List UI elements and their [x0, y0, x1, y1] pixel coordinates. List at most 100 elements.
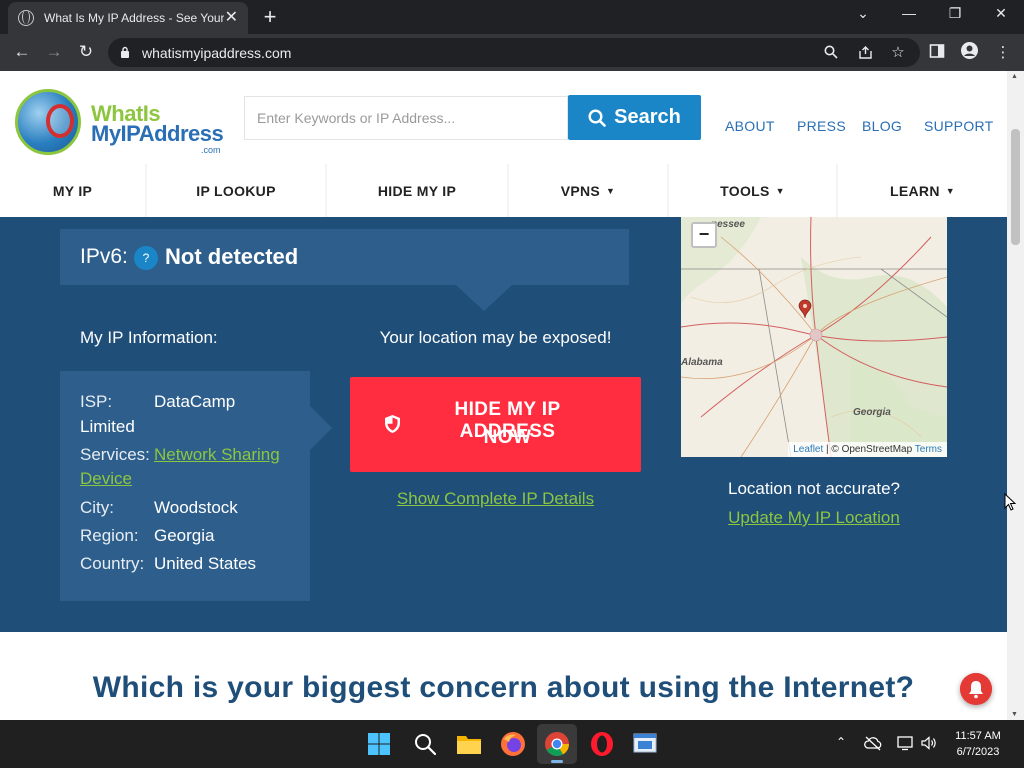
ip-details-pointer: [310, 406, 332, 450]
site-logo[interactable]: WhatIs MyIPAddress .com: [15, 89, 230, 161]
nav-item-learn[interactable]: LEARN ▼: [838, 164, 1007, 217]
chrome-icon[interactable]: [544, 731, 570, 757]
isp-key: ISP:: [80, 392, 113, 411]
globe-logo-icon: [15, 89, 81, 155]
update-location-link[interactable]: Update My IP Location: [681, 508, 947, 528]
reload-button[interactable]: ↻: [75, 42, 97, 62]
region-row: Region: Georgia: [80, 524, 214, 548]
services-key: Services:: [80, 445, 150, 464]
location-not-accurate-label: Location not accurate?: [727, 479, 900, 498]
logo-text-com: .com: [201, 145, 221, 155]
address-bar[interactable]: whatismyipaddress.com ☆: [108, 38, 920, 67]
isp-value: DataCamp: [154, 392, 236, 411]
search-button-label: Search: [614, 106, 681, 128]
zoom-search-icon[interactable]: [824, 45, 838, 59]
network-display-icon[interactable]: [897, 735, 915, 751]
minimize-button[interactable]: —: [895, 5, 923, 21]
forward-button[interactable]: →: [43, 42, 65, 62]
file-explorer-icon[interactable]: [456, 732, 482, 756]
region-key: Region:: [80, 526, 139, 545]
restore-button[interactable]: ❐: [941, 5, 969, 22]
city-key: City:: [80, 498, 114, 517]
scrollbar-thumb[interactable]: [1011, 129, 1020, 245]
ipv6-label: IPv6:: [80, 245, 128, 268]
tab-close-button[interactable]: ✕: [225, 10, 238, 26]
caret-down-icon: ▼: [775, 185, 785, 196]
search-icon: [588, 108, 606, 127]
main-nav: MY IP IP LOOKUP HIDE MY IP VPNS ▼ TOOLS …: [0, 164, 1007, 217]
search-input[interactable]: [245, 97, 567, 139]
nav-item-label: VPNS: [560, 182, 601, 199]
cloud-offline-icon[interactable]: [864, 735, 882, 751]
ipv6-value: Not detected: [165, 244, 299, 269]
new-tab-button[interactable]: +: [258, 4, 282, 30]
nav-item-vpns[interactable]: VPNS ▼: [509, 164, 667, 217]
blog-link[interactable]: BLOG: [862, 118, 902, 134]
mouse-cursor-icon: [1004, 493, 1016, 511]
logo-text-myipaddress: MyIPAddress: [91, 121, 224, 146]
map-label-georgia: Georgia: [853, 407, 891, 418]
city-value: Woodstock: [154, 498, 238, 517]
location-map[interactable]: nessee Alabama Georgia − Leaflet | © Ope…: [681, 217, 947, 457]
nav-item-my-ip[interactable]: MY IP: [0, 164, 145, 217]
city-row: City: Woodstock: [80, 496, 238, 520]
firefox-icon[interactable]: [500, 731, 526, 757]
isp-value-continued: Limited: [80, 417, 135, 436]
isp-row: ISP: DataCamp: [80, 390, 235, 414]
windows-start-icon[interactable]: [367, 732, 391, 756]
page-scrollbar[interactable]: ▲ ▼: [1007, 71, 1024, 720]
app-window-icon[interactable]: [632, 732, 658, 756]
services-link-continued[interactable]: Device: [80, 467, 132, 491]
browser-tab[interactable]: What Is My IP Address - See Your ✕: [8, 2, 248, 34]
notification-bell-icon[interactable]: [960, 673, 992, 705]
press-link[interactable]: PRESS: [797, 118, 846, 134]
services-link[interactable]: Network Sharing: [154, 443, 280, 467]
back-button[interactable]: ←: [11, 42, 33, 62]
map-attribution: Leaflet | © OpenStreetMap Terms: [788, 442, 947, 457]
show-ip-details-link[interactable]: Show Complete IP Details: [350, 489, 641, 509]
help-icon[interactable]: ?: [134, 246, 158, 270]
about-link[interactable]: ABOUT: [725, 118, 775, 134]
volume-icon[interactable]: [920, 735, 938, 751]
clock-date: 6/7/2023: [956, 746, 1000, 758]
tray-overflow-chevron-icon[interactable]: ⌃: [831, 735, 851, 749]
ip-info-heading: My IP Information:: [80, 328, 218, 347]
scroll-down-arrow-icon[interactable]: ▼: [1011, 711, 1018, 718]
clock-time: 11:57 AM: [955, 730, 1001, 742]
hide-my-ip-button[interactable]: HIDE MY IP ADDRESS NOW: [350, 377, 641, 472]
taskbar-search-icon[interactable]: [413, 732, 437, 756]
nav-item-ip-lookup[interactable]: IP LOOKUP: [147, 164, 325, 217]
system-clock[interactable]: 11:57 AM 6/7/2023: [946, 728, 1010, 760]
share-icon[interactable]: [858, 45, 873, 60]
close-window-button[interactable]: ✕: [987, 5, 1015, 22]
terms-link[interactable]: Terms: [915, 444, 942, 455]
map-zoom-out-button[interactable]: −: [691, 222, 717, 248]
nav-item-tools[interactable]: TOOLS ▼: [669, 164, 836, 217]
nav-item-label: LEARN: [890, 182, 940, 199]
browser-menu-icon[interactable]: ⋮: [993, 43, 1013, 61]
ipv6-box: IPv6: ? Not detected: [60, 229, 629, 285]
leaflet-link[interactable]: Leaflet: [793, 444, 823, 455]
url-text: whatismyipaddress.com: [142, 45, 292, 61]
ip-details-box: ISP: DataCamp Limited Services: Network …: [60, 371, 310, 601]
bookmark-star-icon[interactable]: ☆: [888, 43, 908, 61]
opera-icon[interactable]: [589, 731, 615, 757]
globe-icon: [18, 10, 34, 26]
tab-search-button[interactable]: ⌄: [849, 5, 877, 22]
country-value: United States: [154, 554, 257, 573]
ipv6-box-pointer: [456, 285, 512, 311]
search-button[interactable]: Search: [568, 95, 701, 140]
support-link[interactable]: SUPPORT: [924, 118, 994, 134]
country-row: Country: United States: [80, 552, 256, 576]
services-row: Services: Network Sharing: [80, 443, 280, 467]
country-key: Country:: [80, 554, 145, 573]
scroll-up-arrow-icon[interactable]: ▲: [1011, 73, 1018, 80]
caret-down-icon: ▼: [945, 185, 955, 196]
tab-title: What Is My IP Address - See Your: [44, 11, 224, 25]
exposed-heading: Your location may be exposed!: [379, 328, 612, 347]
profile-avatar-icon[interactable]: [961, 42, 978, 59]
ip-info-panel: IPv6: ? Not detected My IP Information: …: [0, 217, 1007, 632]
side-panel-icon[interactable]: [929, 43, 945, 59]
search-box: [244, 96, 568, 140]
nav-item-hide-my-ip[interactable]: HIDE MY IP: [327, 164, 507, 217]
